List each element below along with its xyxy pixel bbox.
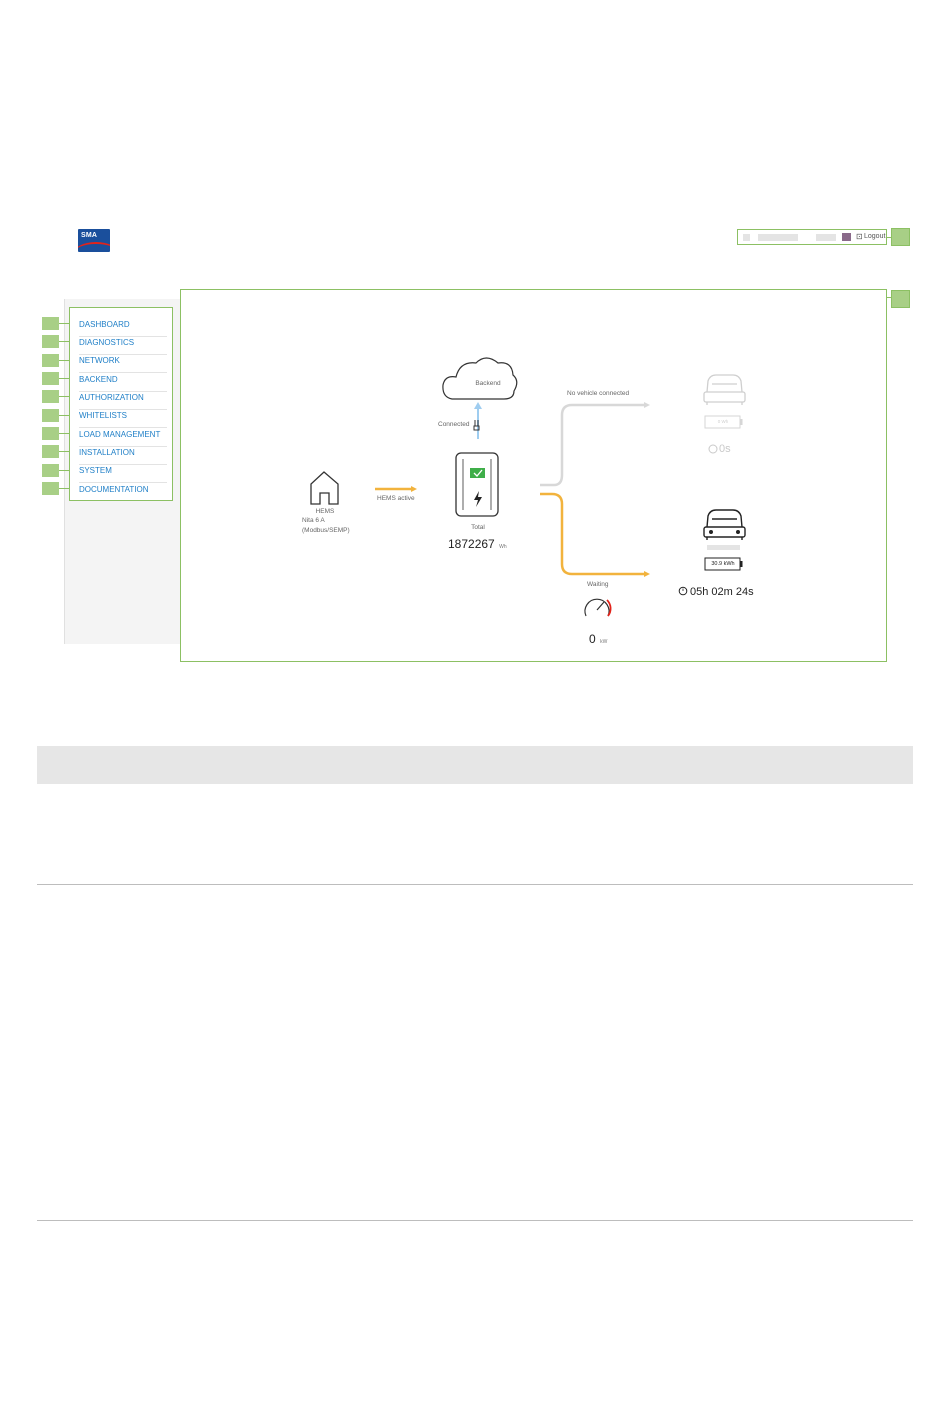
- callout-marker: [891, 290, 910, 308]
- menu-item-backend[interactable]: BACKEND: [79, 373, 167, 392]
- callout-marker: [42, 390, 59, 403]
- logo-swoosh-icon: [78, 242, 110, 252]
- total-energy-unit: Wh: [499, 544, 507, 550]
- hems-flow-label: HEMS active: [377, 495, 415, 502]
- car-icon: [703, 374, 746, 405]
- menu-item-installation[interactable]: INSTALLATION: [79, 446, 167, 465]
- callout-connector: [59, 451, 69, 452]
- backend-status: Connected: [438, 421, 470, 428]
- menu-item-load-management[interactable]: LOAD MANAGEMENT: [79, 428, 167, 447]
- arrow-right-icon: [644, 402, 650, 408]
- battery-energy-bottom: 30.9 kWh: [711, 561, 735, 567]
- callout-connector: [59, 433, 69, 434]
- energy-flow-diagram: [310, 357, 746, 617]
- clock-icon: [708, 444, 718, 454]
- callout-marker: [42, 464, 59, 477]
- hems-current: Nita 6 A: [302, 517, 325, 524]
- charge-time-bottom: 05h 02m 24s: [690, 586, 754, 598]
- main-menu: DASHBOARD DIAGNOSTICS NETWORK BACKEND AU…: [69, 307, 173, 501]
- table-header: [37, 746, 913, 784]
- callout-marker: [42, 372, 59, 385]
- callout-marker: [42, 354, 59, 367]
- callout-connector: [59, 488, 69, 489]
- total-label: Total: [471, 524, 485, 531]
- table-row-divider: [37, 1220, 913, 1221]
- hems-label: HEMS: [315, 508, 335, 515]
- callout-connector: [59, 341, 69, 342]
- menu-item-whitelists[interactable]: WHITELISTS: [79, 409, 167, 428]
- logout-icon[interactable]: ⊡: [856, 232, 863, 241]
- callout-connector: [59, 378, 69, 379]
- callout-connector: [59, 360, 69, 361]
- callout-connector: [59, 415, 69, 416]
- user-bar: ⊡ Logout: [737, 229, 887, 245]
- battery-energy-top: 0 Wh: [717, 419, 729, 424]
- menu-item-authorization[interactable]: AUTHORIZATION: [79, 391, 167, 410]
- menu-item-network[interactable]: NETWORK: [79, 354, 167, 373]
- arrow-right-icon: [411, 486, 417, 492]
- callout-marker: [42, 317, 59, 330]
- callout-marker: [42, 335, 59, 348]
- logo-text: SMA: [81, 232, 98, 239]
- speedometer-icon: [584, 598, 612, 617]
- charging-power: 0 kW: [589, 630, 607, 648]
- vehicle-status: No vehicle connected: [567, 390, 630, 397]
- menu-item-system[interactable]: SYSTEM: [79, 464, 167, 483]
- charge-time-top: 0s: [719, 443, 731, 455]
- hems-protocol: (Modbus/SEMP): [302, 527, 350, 534]
- total-energy-value: 1872267: [448, 537, 495, 551]
- charging-power-unit: kW: [600, 639, 608, 645]
- logout-link[interactable]: Logout: [864, 233, 885, 240]
- total-energy: 1872267 Wh: [448, 535, 507, 553]
- cloud-icon: [442, 357, 518, 400]
- blurred-text: [816, 234, 836, 241]
- callout-marker: [42, 409, 59, 422]
- blurred-username: [743, 234, 750, 241]
- wallbox-icon: [455, 452, 499, 517]
- arrow-up-icon: [474, 402, 482, 409]
- soc-bar: [707, 545, 740, 550]
- backend-label: Backend: [475, 380, 501, 387]
- house-icon: [310, 471, 339, 505]
- callout-marker: [891, 228, 910, 246]
- car-icon: [703, 509, 746, 540]
- arrow-right-icon: [644, 571, 650, 577]
- sma-logo: SMA: [78, 229, 110, 252]
- menu-item-documentation[interactable]: DOCUMENTATION: [79, 483, 167, 501]
- charging-power-value: 0: [589, 632, 596, 646]
- callout-marker: [42, 482, 59, 495]
- menu-item-diagnostics[interactable]: DIAGNOSTICS: [79, 336, 167, 355]
- meter-status: Waiting: [587, 581, 609, 588]
- callout-connector: [59, 470, 69, 471]
- status-ok-icon: [470, 468, 485, 478]
- callout-marker: [42, 445, 59, 458]
- blurred-username: [758, 234, 798, 241]
- callout-connector: [59, 323, 69, 324]
- language-flag-icon[interactable]: [842, 233, 851, 241]
- menu-item-dashboard[interactable]: DASHBOARD: [79, 318, 167, 337]
- callout-marker: [42, 427, 59, 440]
- table-row-divider: [37, 884, 913, 885]
- callout-connector: [59, 396, 69, 397]
